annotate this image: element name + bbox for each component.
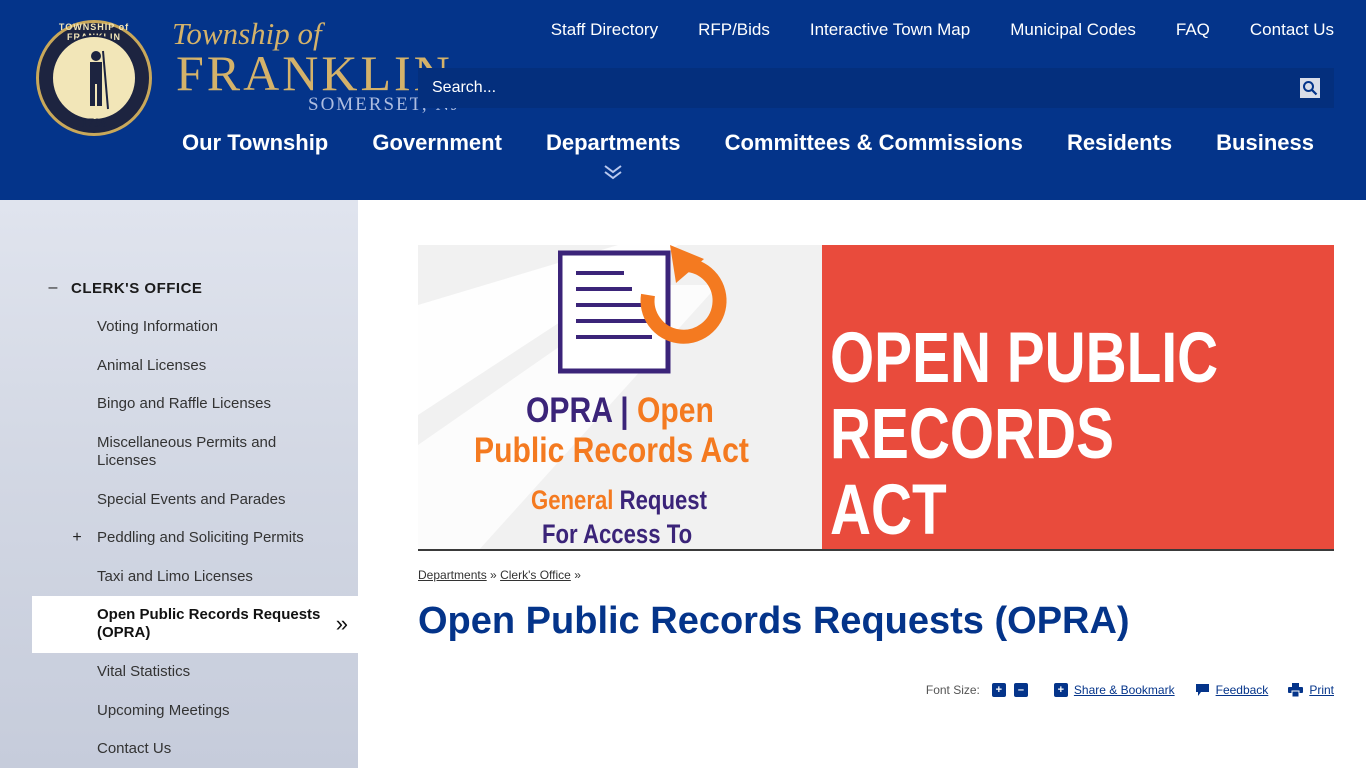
share-tool[interactable]: + Share & Bookmark	[1048, 683, 1175, 697]
banner-left-panel: OPRA | Open Public Records Act General R…	[418, 245, 822, 549]
utility-link-contact-us[interactable]: Contact Us	[1250, 20, 1334, 40]
opra-banner-image: OPRA | Open Public Records Act General R…	[418, 245, 1334, 551]
font-size-tools: Font Size: + –	[926, 683, 1028, 697]
sidebar-subnav: – CLERK'S OFFICE Voting Information Anim…	[0, 200, 358, 768]
township-seal-logo[interactable]: TOWNSHIP of FRANKLIN 1798	[36, 20, 152, 136]
banner-for-access: For Access To	[542, 519, 693, 549]
share-bookmark-link[interactable]: Share & Bookmark	[1074, 683, 1175, 697]
feedback-link[interactable]: Feedback	[1216, 683, 1269, 697]
search-input[interactable]	[432, 76, 1292, 100]
minuteman-figure-icon	[90, 50, 109, 110]
sidebar-item-contact-us[interactable]: Contact Us	[97, 740, 337, 758]
sidebar-item-voting-information[interactable]: Voting Information	[97, 318, 337, 336]
utility-link-staff-directory[interactable]: Staff Directory	[551, 20, 658, 40]
search-bar	[418, 68, 1334, 108]
utility-link-faq[interactable]: FAQ	[1176, 20, 1210, 40]
banner-headline: OPEN PUBLIC RECORDS ACT	[830, 319, 1219, 550]
nav-departments[interactable]: Departments	[526, 130, 700, 180]
sidebar-item-animal-licenses[interactable]: Animal Licenses	[97, 357, 337, 375]
breadcrumb-departments[interactable]: Departments	[418, 568, 487, 582]
nav-business[interactable]: Business	[1196, 130, 1334, 156]
sidebar-item-bingo-raffle[interactable]: Bingo and Raffle Licenses	[97, 395, 337, 413]
font-decrease-button[interactable]: –	[1013, 683, 1028, 697]
utility-link-town-map[interactable]: Interactive Town Map	[810, 20, 970, 40]
double-chevron-down-icon	[604, 165, 622, 180]
sidebar-item-taxi-limo[interactable]: Taxi and Limo Licenses	[97, 568, 337, 586]
search-button[interactable]	[1300, 78, 1320, 98]
sidebar-item-upcoming-meetings[interactable]: Upcoming Meetings	[97, 702, 337, 720]
banner-right-panel: OPEN PUBLIC RECORDS ACT	[822, 245, 1334, 550]
document-refresh-icon	[558, 245, 727, 374]
page-tools: Font Size: + – + Share & Bookmark Feedba…	[926, 683, 1334, 697]
breadcrumb: Departments » Clerk's Office »	[418, 568, 581, 582]
font-increase-button[interactable]: +	[991, 683, 1006, 697]
seal-center	[51, 35, 137, 121]
speech-bubble-icon	[1195, 684, 1209, 696]
nav-residents[interactable]: Residents	[1047, 130, 1192, 156]
page-title: Open Public Records Requests (OPRA)	[418, 600, 1130, 642]
breadcrumb-clerks-office[interactable]: Clerk's Office	[500, 568, 571, 582]
print-tool[interactable]: Print	[1288, 683, 1334, 697]
sidebar-heading-clerks-office[interactable]: CLERK'S OFFICE	[71, 280, 202, 297]
sidebar-item-misc-permits[interactable]: Miscellaneous Permits and Licenses	[97, 434, 307, 470]
print-link[interactable]: Print	[1309, 683, 1334, 697]
collapse-toggle[interactable]: –	[46, 279, 60, 297]
printer-icon	[1288, 683, 1304, 697]
expand-toggle[interactable]: +	[70, 529, 84, 547]
feedback-tool[interactable]: Feedback	[1195, 683, 1269, 697]
utility-link-municipal-codes[interactable]: Municipal Codes	[1010, 20, 1136, 40]
sidebar-item-peddling-permits[interactable]: Peddling and Soliciting Permits	[97, 529, 337, 547]
double-chevron-right-icon: »	[335, 611, 348, 636]
sidebar-item-special-events[interactable]: Special Events and Parades	[97, 491, 337, 509]
utility-link-rfp-bids[interactable]: RFP/Bids	[698, 20, 770, 40]
nav-our-township[interactable]: Our Township	[162, 130, 348, 156]
breadcrumb-separator: »	[574, 568, 581, 582]
breadcrumb-separator: »	[490, 568, 497, 582]
banner-opra-line2: Public Records Act	[474, 431, 749, 470]
seal-year: 1798	[81, 115, 107, 130]
nav-government[interactable]: Government	[352, 130, 522, 156]
main-nav: Our Township Government Departments Comm…	[162, 130, 1334, 180]
font-size-label: Font Size:	[925, 683, 980, 697]
sidebar-item-vital-statistics[interactable]: Vital Statistics	[97, 663, 337, 681]
banner-opra-line: OPRA | Open	[526, 391, 714, 430]
utility-nav: Staff Directory RFP/Bids Interactive Tow…	[551, 20, 1334, 40]
sidebar-item-opra-active[interactable]: Open Public Records Requests (OPRA) »	[32, 596, 358, 653]
sidebar-item-label: Open Public Records Requests (OPRA)	[97, 606, 321, 641]
nav-departments-label: Departments	[546, 130, 681, 155]
nav-committees-commissions[interactable]: Committees & Commissions	[705, 130, 1043, 156]
search-icon	[1303, 81, 1318, 96]
site-header: TOWNSHIP of FRANKLIN 1798 Township of FR…	[0, 0, 1366, 200]
banner-general-request: General Request	[531, 485, 707, 515]
share-plus-icon: +	[1053, 683, 1068, 697]
